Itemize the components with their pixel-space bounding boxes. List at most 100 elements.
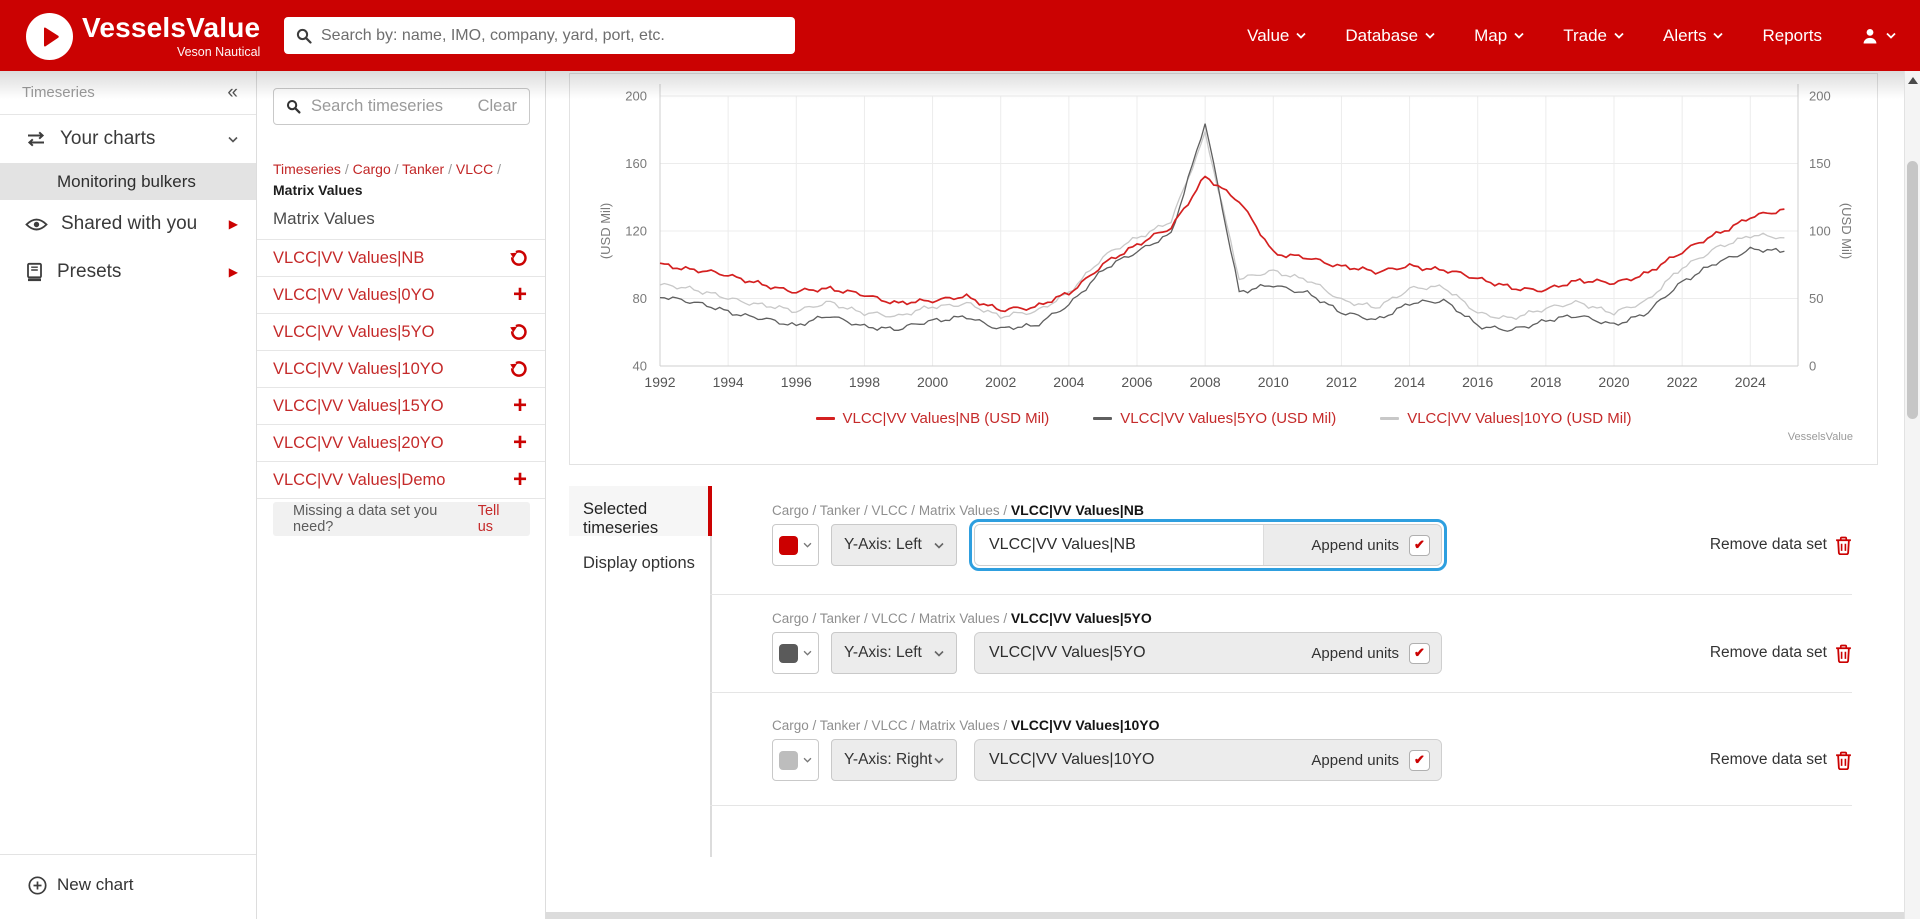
nav-account[interactable] <box>1861 27 1896 45</box>
chevron-down-icon <box>803 757 812 763</box>
color-picker-button[interactable] <box>772 739 819 781</box>
legend-label: VLCC|VV Values|NB (USD Mil) <box>842 410 1050 427</box>
chevron-down-icon <box>934 650 944 657</box>
y-axis-select[interactable]: Y-Axis: Right <box>831 739 957 781</box>
nav-trade[interactable]: Trade <box>1563 26 1624 46</box>
vesselsvalue-logo[interactable]: VesselsValue Veson Nautical <box>26 11 260 60</box>
chevron-down-icon <box>803 542 812 548</box>
sidebar-divider <box>0 854 256 855</box>
scroll-up-arrow-icon[interactable] <box>1908 77 1918 84</box>
chevron-down-icon <box>803 650 812 656</box>
timeseries-sidebar: Timeseries « Your charts Monitoring bulk… <box>0 71 257 919</box>
sidebar-item-presets[interactable]: Presets ▶ <box>0 248 256 296</box>
plus-circle-icon <box>28 875 47 895</box>
svg-text:2014: 2014 <box>1394 374 1425 390</box>
global-search[interactable] <box>284 17 795 54</box>
undo-icon[interactable] <box>510 360 527 378</box>
logo-play-icon <box>26 13 73 60</box>
breadcrumb-link[interactable]: Tanker <box>402 161 444 177</box>
chevron-down-icon <box>1514 32 1524 39</box>
chevron-down-icon <box>1614 32 1624 39</box>
add-icon[interactable]: + <box>513 468 527 492</box>
submenu-arrow-icon: ▶ <box>228 217 238 231</box>
category-title: Matrix Values <box>273 209 375 228</box>
clear-search-button[interactable]: Clear <box>478 97 517 116</box>
breadcrumb-link[interactable]: Cargo <box>353 161 391 177</box>
svg-text:1994: 1994 <box>713 374 744 390</box>
nav-database[interactable]: Database <box>1345 26 1435 46</box>
chevron-down-icon[interactable] <box>228 136 238 143</box>
breadcrumb-link[interactable]: VLCC <box>456 161 493 177</box>
append-units-label: Append units <box>1311 644 1399 662</box>
sidebar-item-your-charts[interactable]: Your charts <box>0 115 256 163</box>
legend-item[interactable]: VLCC|VV Values|NB (USD Mil) <box>815 410 1050 427</box>
add-icon[interactable]: + <box>513 431 527 455</box>
svg-text:2004: 2004 <box>1053 374 1084 390</box>
chevron-down-icon <box>1886 32 1896 39</box>
svg-text:2016: 2016 <box>1462 374 1493 390</box>
tell-us-link[interactable]: Tell us <box>478 503 518 535</box>
series-name-input[interactable] <box>975 525 1263 565</box>
list-item[interactable]: VLCC|VV Values|NB+ <box>257 240 545 277</box>
add-icon[interactable]: + <box>513 283 527 307</box>
legend-label: VLCC|VV Values|10YO (USD Mil) <box>1407 410 1632 427</box>
page-scrollbar[interactable] <box>1904 71 1920 919</box>
list-item[interactable]: VLCC|VV Values|15YO + <box>257 388 545 425</box>
sidebar-item-shared-with-you[interactable]: Shared with you ▶ <box>0 200 256 248</box>
list-item[interactable]: VLCC|VV Values|10YO+ <box>257 351 545 388</box>
timeseries-chart[interactable]: 200 160 120 80 40 200 150 100 50 0 1992 1994 1996 199… <box>570 74 1877 464</box>
y-axis-select[interactable]: Y-Axis: Left <box>831 632 957 674</box>
dataset-breadcrumb: Cargo / Tanker / VLCC / Matrix Values / … <box>772 502 1144 518</box>
list-item[interactable]: VLCC|VV Values|0YO + <box>257 277 545 314</box>
append-units-checkbox[interactable]: ✔ <box>1409 749 1430 771</box>
sidebar-chart-monitoring-bulkers[interactable]: Monitoring bulkers <box>0 163 256 200</box>
undo-icon[interactable] <box>510 323 527 341</box>
dataset-breadcrumb: Cargo / Tanker / VLCC / Matrix Values / … <box>772 717 1160 733</box>
undo-icon[interactable] <box>510 249 527 267</box>
timeseries-search-input[interactable] <box>311 97 478 116</box>
scrollbar-thumb[interactable] <box>1907 161 1918 419</box>
append-units-checkbox[interactable]: ✔ <box>1409 534 1430 556</box>
breadcrumb-link[interactable]: Timeseries <box>273 161 341 177</box>
trash-icon <box>1836 536 1851 555</box>
tab-selected-timeseries[interactable]: Selected timeseries <box>569 500 708 538</box>
new-chart-button[interactable]: New chart <box>0 875 256 919</box>
nav-map[interactable]: Map <box>1474 26 1524 46</box>
legend-item[interactable]: VLCC|VV Values|5YO (USD Mil) <box>1093 410 1336 427</box>
list-item[interactable]: VLCC|VV Values|5YO+ <box>257 314 545 351</box>
add-icon[interactable]: + <box>513 394 527 418</box>
chart-watermark: VesselsValue <box>1787 431 1853 443</box>
legend-item[interactable]: VLCC|VV Values|10YO (USD Mil) <box>1380 410 1631 427</box>
book-icon <box>27 262 42 282</box>
color-picker-button[interactable] <box>772 632 819 674</box>
series-name-input[interactable] <box>975 740 1263 780</box>
series-name-group: Append units ✔ <box>974 632 1442 674</box>
nav-value[interactable]: Value <box>1247 26 1306 46</box>
dataset-row: Y-Axis: Left Append units ✔ Remove data s… <box>747 627 1852 679</box>
legend-swatch <box>1093 417 1113 420</box>
remove-dataset-button[interactable]: Remove data set <box>1710 536 1852 555</box>
chevron-down-icon <box>1713 32 1724 39</box>
main-content: g 20016012080402001501005001992199419961… <box>546 67 1920 912</box>
append-units-checkbox[interactable]: ✔ <box>1409 642 1430 664</box>
color-swatch <box>779 535 798 555</box>
timeseries-search[interactable]: Clear <box>273 88 530 125</box>
list-item[interactable]: VLCC|VV Values|Demo + <box>257 462 545 499</box>
list-item[interactable]: VLCC|VV Values|20YO + <box>257 425 545 462</box>
nav-reports[interactable]: Reports <box>1762 26 1822 46</box>
y-axis-select[interactable]: Y-Axis: Left <box>831 524 957 566</box>
row-divider <box>710 692 1852 693</box>
global-search-input[interactable] <box>321 26 783 45</box>
missing-dataset-banner: Missing a data set you need? Tell us <box>273 502 530 536</box>
series-name-input[interactable] <box>975 633 1263 673</box>
collapse-sidebar-icon[interactable]: « <box>227 83 238 102</box>
highlighted-input-outline: Append units ✔ <box>969 519 1447 571</box>
timeseries-editor: Selected timeseries Display options Carg… <box>569 486 1878 866</box>
tab-display-options[interactable]: Display options <box>569 554 708 573</box>
color-picker-button[interactable] <box>772 524 819 566</box>
remove-dataset-button[interactable]: Remove data set <box>1710 644 1852 663</box>
nav-alerts[interactable]: Alerts <box>1663 26 1724 46</box>
submenu-arrow-icon: ▶ <box>228 265 238 279</box>
svg-text:120: 120 <box>625 224 647 239</box>
remove-dataset-button[interactable]: Remove data set <box>1710 751 1852 770</box>
